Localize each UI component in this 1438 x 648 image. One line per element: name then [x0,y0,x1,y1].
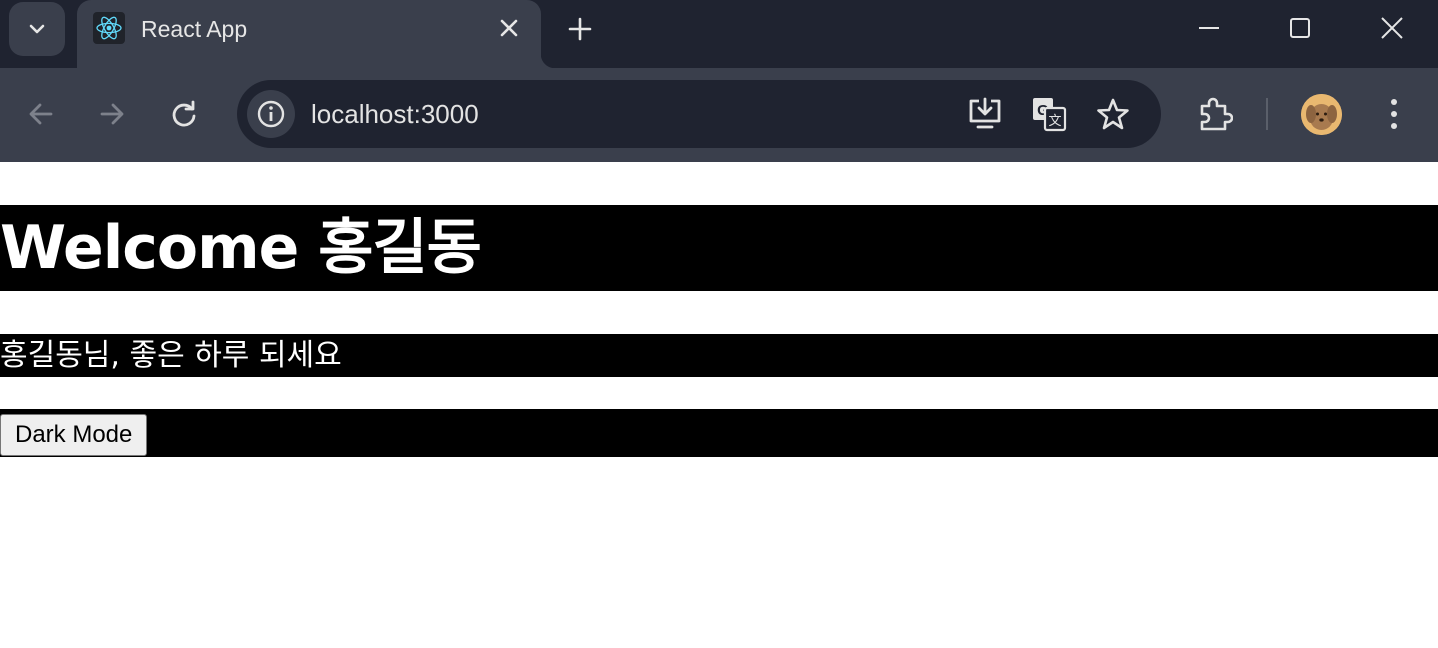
welcome-heading: Welcome 홍길동 [0,205,1438,291]
arrow-left-icon [29,103,53,125]
reload-icon [172,100,196,127]
forward-button[interactable] [92,94,132,134]
maximize-button[interactable] [1278,8,1322,48]
tab-strip: React App [0,0,1438,68]
minimize-button[interactable] [1187,8,1231,48]
address-bar[interactable]: localhost:3000 G 文 [237,80,1161,148]
button-row: Dark Mode [0,409,1438,457]
close-icon [1381,17,1403,39]
translate-button[interactable]: G 文 [1029,94,1069,134]
info-icon [257,100,285,128]
browser-toolbar: localhost:3000 G 文 [0,68,1438,162]
maximize-icon [1290,18,1310,38]
translate-icon: G 文 [1033,98,1067,132]
star-icon [1097,98,1129,130]
minimize-icon [1199,27,1219,29]
extensions-button[interactable] [1195,94,1235,134]
site-info-button[interactable] [247,90,295,138]
greeting-text: 홍길동님, 좋은 하루 되세요 [0,334,1438,377]
puzzle-icon [1200,97,1233,131]
tab-react-app[interactable]: React App [77,0,555,68]
react-logo-icon [93,12,125,44]
browser-menu-button[interactable] [1374,94,1414,134]
toolbar-separator [1266,98,1268,130]
tab-close-button[interactable] [495,14,523,42]
svg-text:文: 文 [1048,114,1061,129]
new-tab-button[interactable] [563,12,597,46]
close-window-button[interactable] [1370,8,1414,48]
page-content: Welcome 홍길동 홍길동님, 좋은 하루 되세요 Dark Mode [0,162,1438,648]
chevron-down-icon [29,24,45,34]
close-icon [500,19,518,37]
dark-mode-button[interactable]: Dark Mode [0,414,148,456]
install-app-button[interactable] [965,94,1005,134]
arrow-right-icon [100,103,124,125]
install-app-icon [969,97,1001,129]
plus-icon [568,17,592,41]
profile-avatar[interactable] [1301,94,1342,135]
tab-search-button[interactable] [9,2,65,56]
more-vertical-icon [1391,99,1397,129]
browser-window: React App localhost:3000 G 文 [0,0,1438,162]
back-button[interactable] [21,94,61,134]
url-text[interactable]: localhost:3000 [311,99,479,130]
dog-avatar-icon [1301,94,1342,135]
tab-title: React App [141,16,248,42]
reload-button[interactable] [164,94,204,134]
bookmark-star-button[interactable] [1093,94,1133,134]
